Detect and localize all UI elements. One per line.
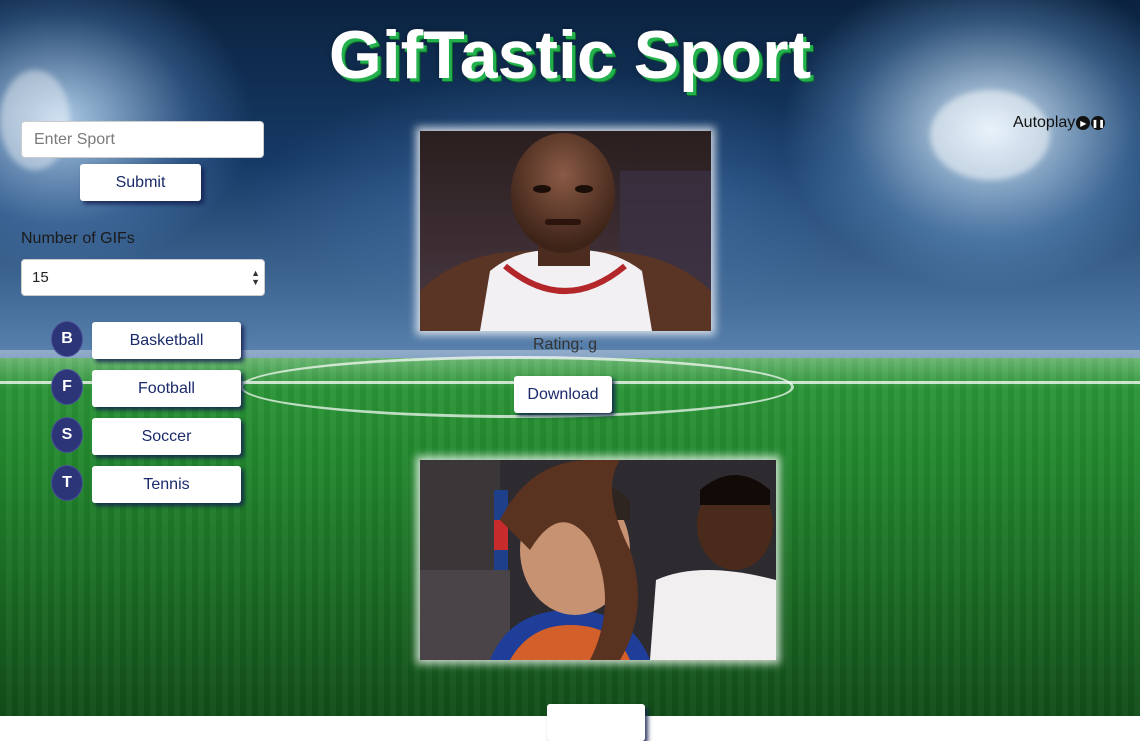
sport-button-basketball[interactable]: Basketball (92, 322, 241, 359)
autoplay-control: Autoplay ▶ ❚❚ (1013, 114, 1106, 132)
gif-result-image[interactable] (420, 131, 711, 331)
sport-button-tennis[interactable]: Tennis (92, 466, 241, 503)
tennis-badge: T (51, 465, 83, 501)
submit-button[interactable]: Submit (80, 164, 201, 201)
pause-icon[interactable]: ❚❚ (1091, 116, 1106, 130)
stadium-lights-right (930, 90, 1050, 180)
page-title: GifTastic Sport (328, 17, 812, 93)
sport-button-soccer[interactable]: Soccer (92, 418, 241, 455)
autoplay-label: Autoplay (1013, 114, 1076, 131)
soccer-badge: S (51, 417, 83, 453)
download-button-partial[interactable] (547, 704, 645, 741)
sport-button-football[interactable]: Football (92, 370, 241, 407)
gif-result-image[interactable] (420, 460, 776, 660)
play-icon[interactable]: ▶ (1076, 116, 1091, 130)
gif-rating: Rating: g (533, 336, 598, 353)
football-badge: F (51, 369, 83, 405)
gif-count-value: 15 (32, 269, 49, 286)
sport-search-input[interactable] (21, 121, 264, 158)
gif-count-label: Number of GIFs (21, 230, 135, 247)
download-button[interactable]: Download (514, 376, 612, 413)
select-arrows-icon: ▲ ▼ (251, 268, 260, 287)
gif-count-select[interactable]: 15 ▲ ▼ (21, 259, 265, 296)
basketball-badge: B (51, 321, 83, 357)
